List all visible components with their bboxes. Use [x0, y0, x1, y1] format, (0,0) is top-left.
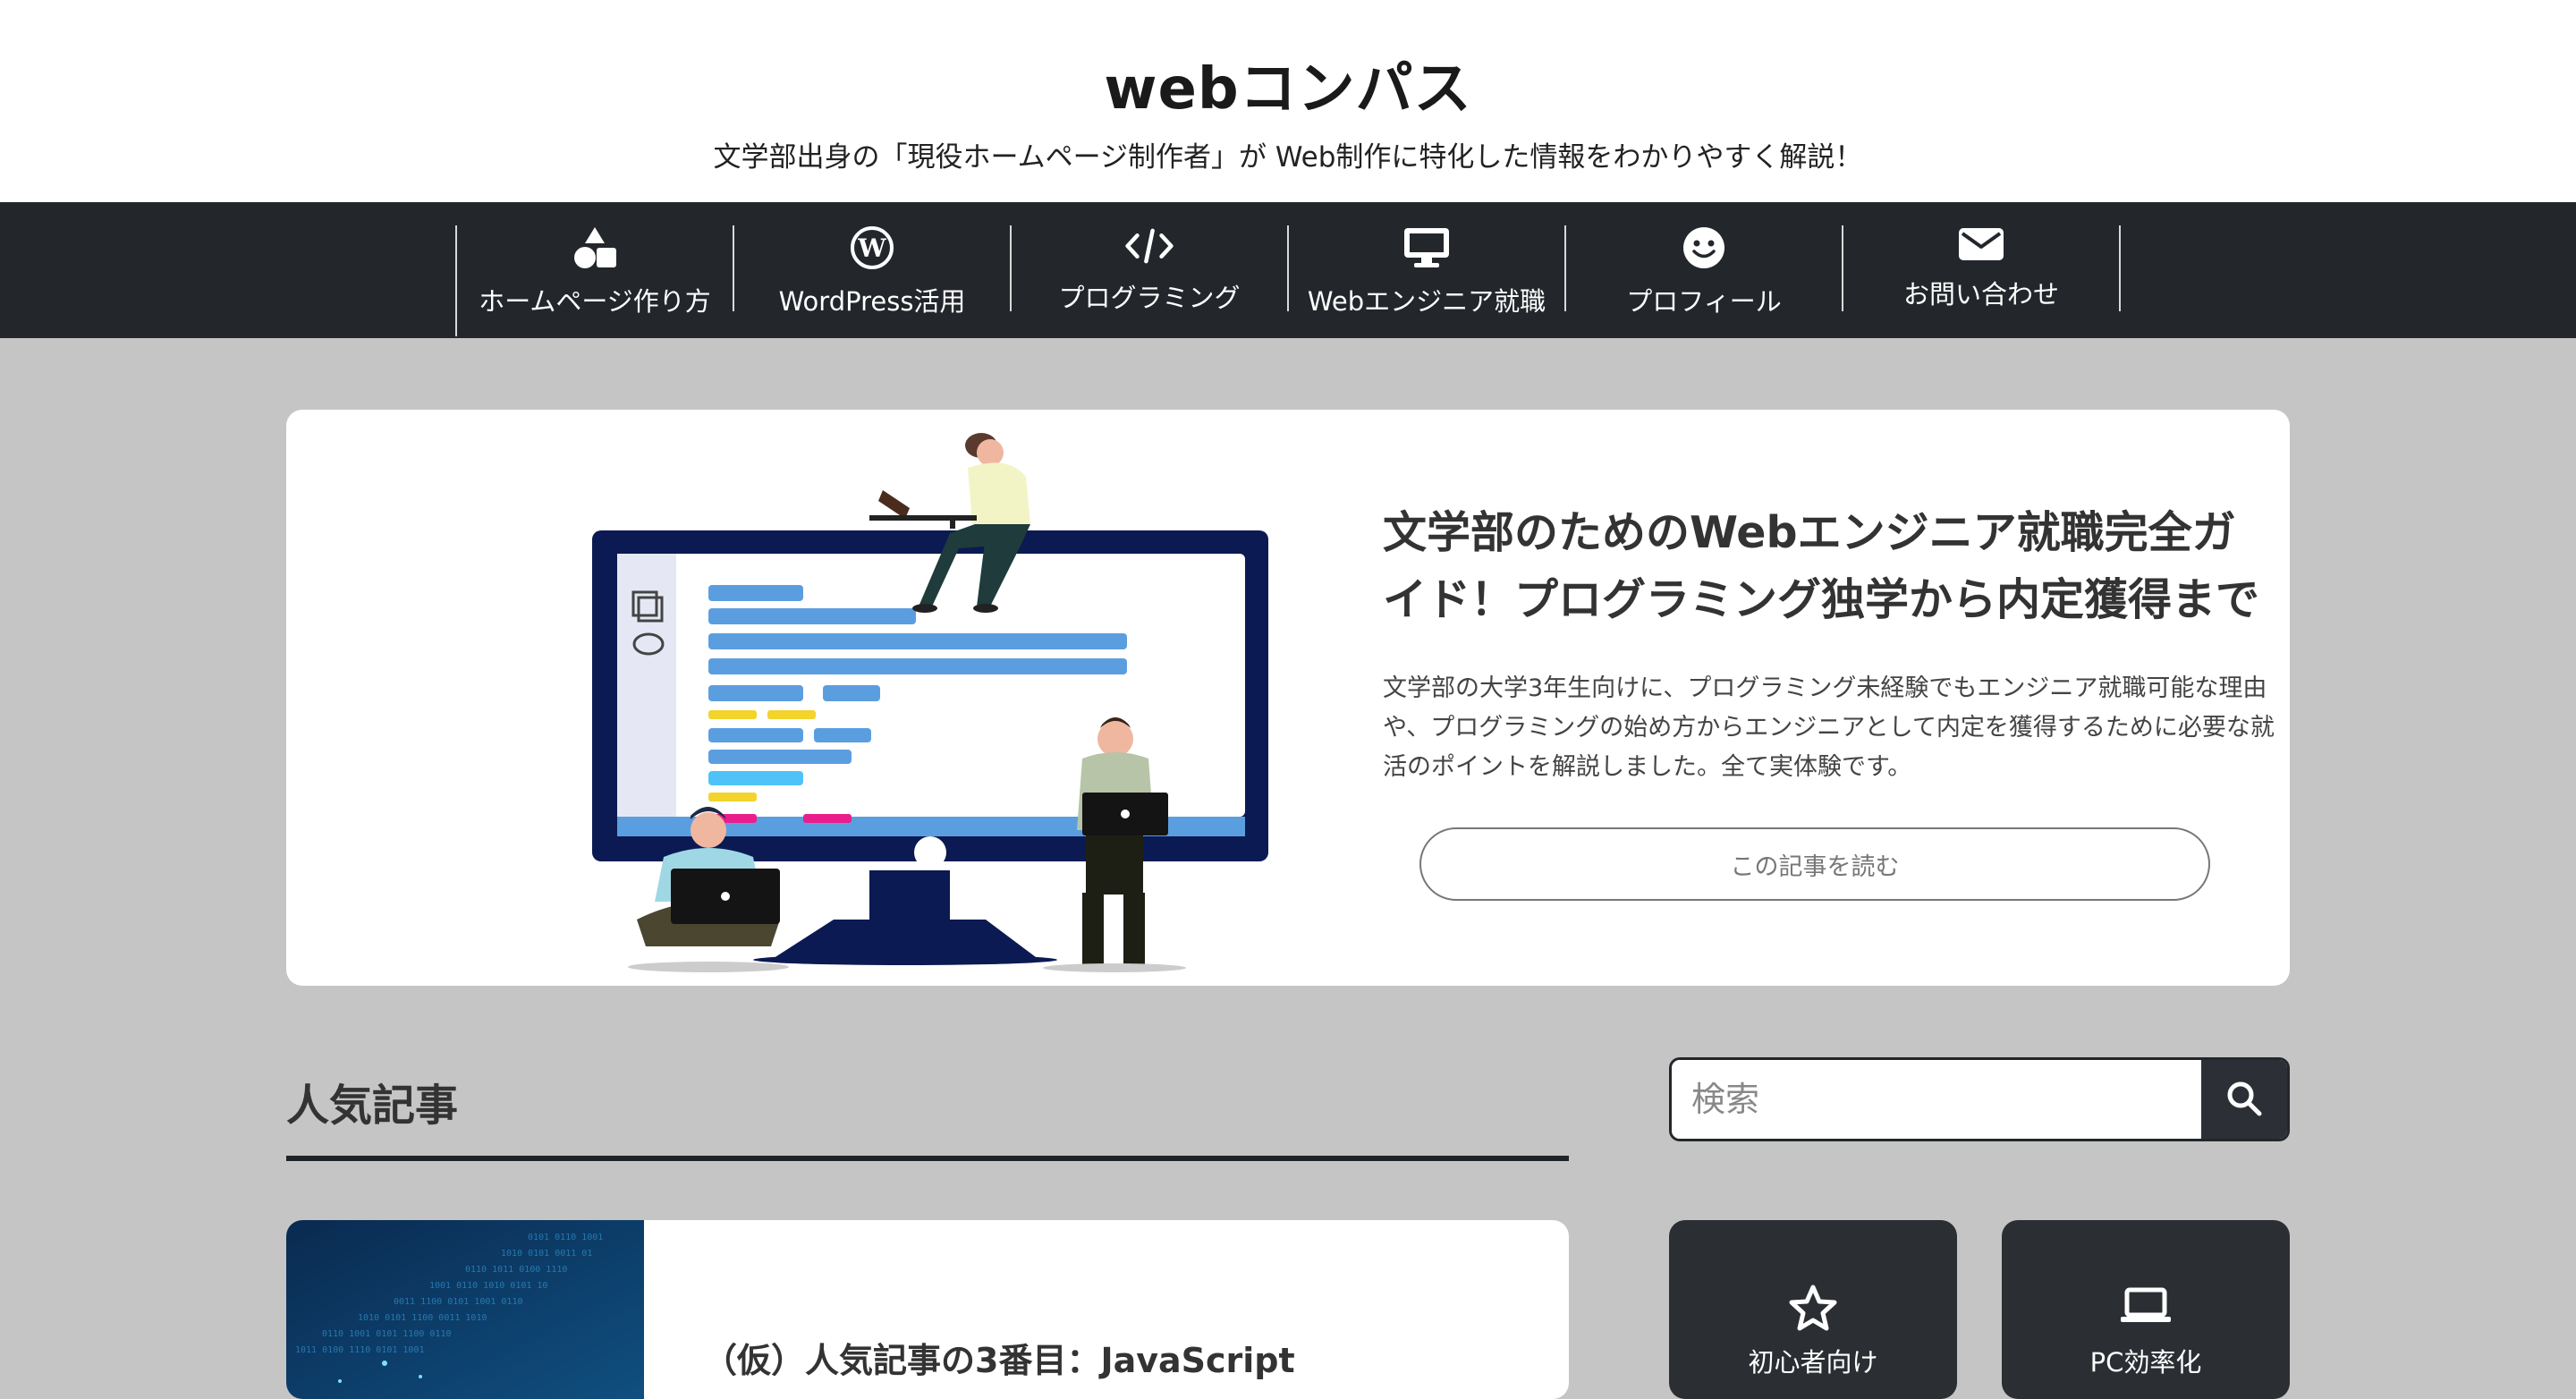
nav-item-label: プログラミング — [1058, 283, 1241, 313]
search-button[interactable] — [2201, 1060, 2287, 1139]
search-icon — [2225, 1080, 2263, 1120]
star-icon — [1669, 1285, 1957, 1331]
post-title[interactable]: （仮）人気記事の3番目：JavaScript — [703, 1333, 1295, 1382]
read-article-button[interactable]: この記事を読む — [1419, 827, 2210, 901]
nav-item-homepage[interactable]: ホームページ作り方 — [457, 225, 734, 317]
nav-item-wordpress[interactable]: W WordPress活用 — [734, 225, 1012, 317]
svg-text:0011 1100 0101 1001 0110: 0011 1100 0101 1001 0110 — [394, 1297, 523, 1307]
hero-card[interactable]: 文学部のためのWebエンジニア就職完全ガイド！プログラミング独学から内定獲得まで… — [286, 410, 2290, 986]
laptop-icon — [2002, 1285, 2290, 1326]
svg-text:1010 0101 1100 0011 1010: 1010 0101 1100 0011 1010 — [358, 1313, 487, 1323]
svg-text:0101 0110 1001: 0101 0110 1001 — [528, 1233, 603, 1242]
envelope-icon — [1956, 225, 2006, 263]
nav-item-label: ホームページ作り方 — [479, 286, 711, 317]
category-label: PC効率化 — [2089, 1347, 2202, 1378]
nav-item-web-engineer[interactable]: Webエンジニア就職 — [1289, 225, 1566, 317]
nav-item-label: Webエンジニア就職 — [1307, 286, 1546, 317]
site-header: webコンパス 文学部出身の「現役ホームページ制作者」が Web制作に特化した情… — [0, 0, 2576, 202]
post-thumbnail[interactable]: 0101 0110 1001 1010 0101 0011 01 0110 10… — [286, 1220, 644, 1399]
nav-list: ホームページ作り方 W WordPress活用 プログラミング Webエンジニア… — [455, 225, 2121, 336]
nav-item-label: お問い合わせ — [1902, 279, 2059, 309]
section-divider — [286, 1156, 1569, 1161]
monitor-icon — [1402, 225, 1452, 270]
section-heading-popular: 人気記事 — [286, 1081, 459, 1131]
search-form — [1669, 1057, 2290, 1141]
category-card-beginner[interactable]: 初心者向け — [1669, 1220, 1957, 1399]
wordpress-icon: W — [847, 225, 897, 270]
hero-excerpt: 文学部の大学3年生向けに、プログラミング未経験でもエンジニア就職可能な理由や、プ… — [1383, 674, 2275, 781]
svg-text:0110 1011 0100 1110: 0110 1011 0100 1110 — [465, 1265, 567, 1275]
shapes-icon — [570, 225, 620, 270]
smile-icon — [1679, 225, 1729, 270]
nav-item-profile[interactable]: プロフィール — [1566, 225, 1843, 317]
svg-text:0110 1001 0101 1100 0110: 0110 1001 0101 1100 0110 — [322, 1329, 452, 1339]
svg-text:1001 0110 1010 0101 10: 1001 0110 1010 0101 10 — [429, 1281, 547, 1291]
category-label: 初心者向け — [1748, 1347, 1878, 1378]
svg-text:1011 0100 1110 0101 1001: 1011 0100 1110 0101 1001 — [295, 1345, 425, 1355]
nav-item-contact[interactable]: お問い合わせ — [1843, 225, 2121, 311]
site-title[interactable]: webコンパス — [0, 43, 2576, 125]
nav-item-programming[interactable]: プログラミング — [1012, 225, 1289, 313]
hero-title[interactable]: 文学部のためのWebエンジニア就職完全ガイド！プログラミング独学から内定獲得まで — [1383, 499, 2259, 633]
nav-item-label: プロフィール — [1626, 286, 1782, 317]
code-icon — [1124, 225, 1174, 267]
site-tagline: 文学部出身の「現役ホームページ制作者」が Web制作に特化した情報をわかりやすく… — [713, 141, 1863, 174]
post-card[interactable]: 0101 0110 1001 1010 0101 0011 01 0110 10… — [286, 1220, 1569, 1399]
nav-item-label: WordPress活用 — [778, 286, 966, 317]
svg-text:1010 0101 0011 01: 1010 0101 0011 01 — [501, 1249, 592, 1259]
global-nav: ホームページ作り方 W WordPress活用 プログラミング Webエンジニア… — [0, 202, 2576, 338]
svg-text:W: W — [857, 233, 886, 263]
category-card-pc-efficiency[interactable]: PC効率化 — [2002, 1220, 2290, 1399]
hero-illustration — [485, 419, 1326, 982]
search-input[interactable] — [1672, 1060, 2201, 1139]
